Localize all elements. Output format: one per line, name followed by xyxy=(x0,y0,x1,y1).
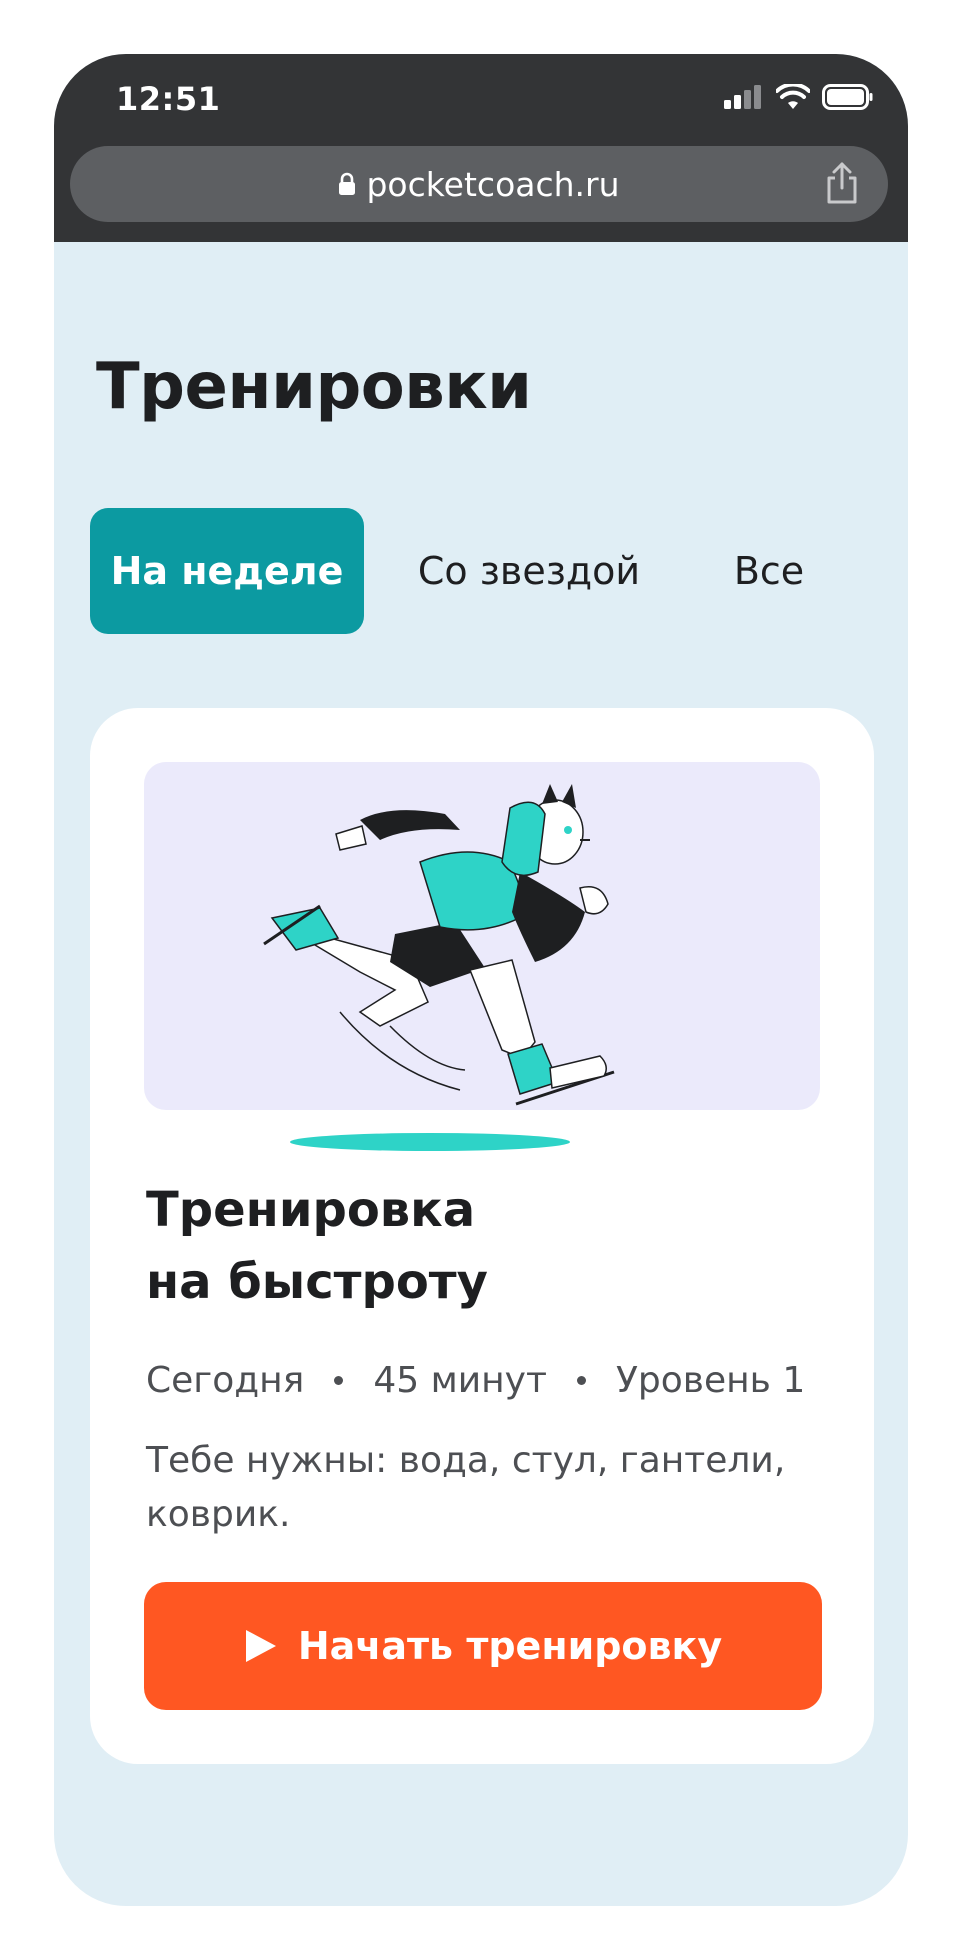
url-bar[interactable]: pocketcoach.ru xyxy=(70,146,888,222)
share-icon[interactable] xyxy=(824,160,860,206)
lock-icon xyxy=(339,172,356,195)
url-text: pocketcoach.ru xyxy=(366,164,620,204)
battery-icon xyxy=(822,84,873,110)
meta-duration: 45 минут xyxy=(373,1360,547,1401)
workout-title-line-1: Тренировка xyxy=(146,1182,476,1238)
phone-frame: 12:51 pocketcoach.ru Тренировки На недел… xyxy=(54,54,908,1906)
meta-separator xyxy=(334,1376,344,1385)
workout-requirements: Тебе нужны: вода, стул, гантели, коврик. xyxy=(146,1440,786,1535)
play-icon xyxy=(245,1630,276,1662)
tab-starred[interactable]: Со звездой xyxy=(364,508,694,634)
start-workout-button[interactable]: Начать тренировку xyxy=(144,1582,822,1710)
tab-this-week[interactable]: На неделе xyxy=(90,508,364,634)
workout-meta: Сегодня 45 минут Уровень 1 xyxy=(146,1360,805,1401)
workout-title: Тренировка на быстроту xyxy=(146,1174,786,1318)
start-workout-label: Начать тренировку xyxy=(297,1624,723,1668)
meta-date: Сегодня xyxy=(146,1360,305,1401)
workout-title-line-2: на быстроту xyxy=(146,1254,488,1310)
browser-bar: 12:51 pocketcoach.ru xyxy=(54,54,908,242)
running-cat-illustration xyxy=(263,784,615,1151)
workout-card: Тренировка на быстроту Сегодня 45 минут … xyxy=(90,708,874,1764)
status-icons xyxy=(724,84,874,110)
tab-all[interactable]: Все xyxy=(694,508,844,634)
page-title: Тренировки xyxy=(96,350,532,424)
wifi-icon xyxy=(776,84,810,109)
meta-level: Уровень 1 xyxy=(615,1360,806,1401)
status-time: 12:51 xyxy=(116,80,221,118)
tab-bar: На неделе Со звездой Все xyxy=(90,508,844,634)
signal-icon xyxy=(724,85,761,109)
meta-separator xyxy=(576,1376,586,1385)
